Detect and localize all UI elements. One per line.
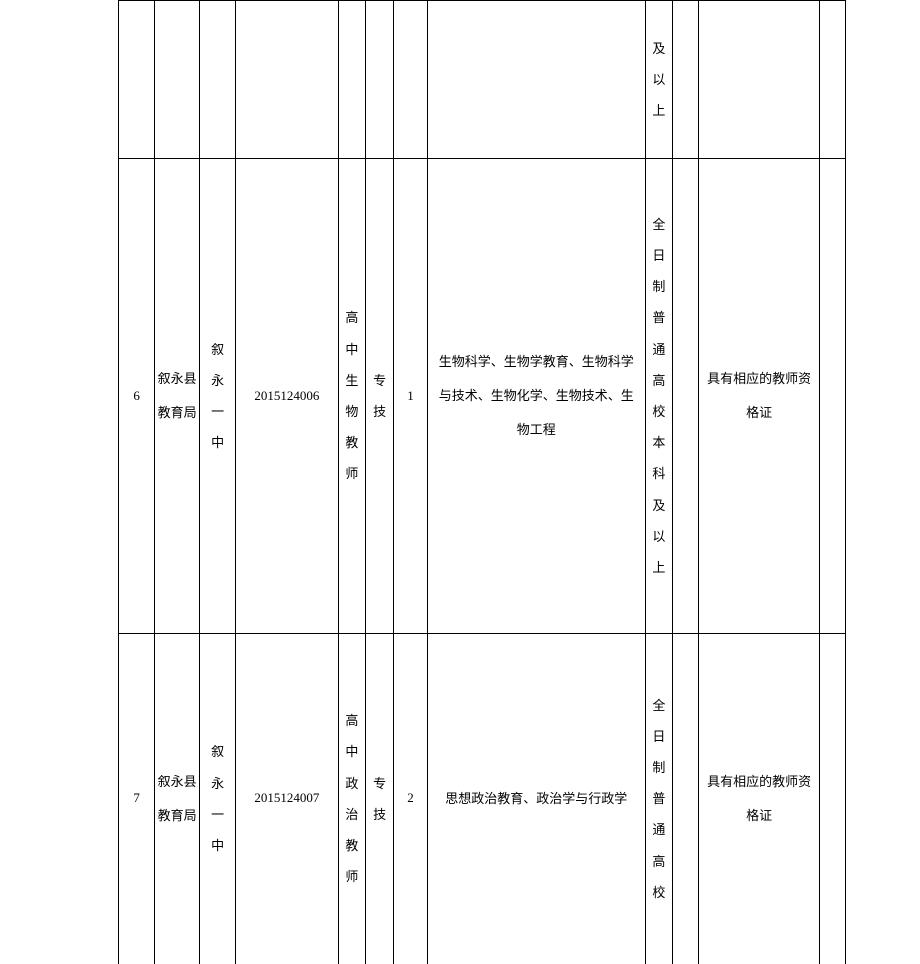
cell-degree bbox=[673, 1, 699, 159]
recruitment-table: 及以上 6 叙永县教育局 叙永一中 2015124006 高中生物教师 专技 1… bbox=[118, 0, 846, 964]
cell-last bbox=[820, 634, 846, 964]
cell-dept bbox=[155, 1, 200, 159]
cell-position: 高中政治教师 bbox=[338, 634, 366, 964]
cell-degree bbox=[673, 159, 699, 634]
cell-unit: 叙永一中 bbox=[200, 634, 236, 964]
cell-education: 全日制普通高校本科及以上 bbox=[645, 159, 673, 634]
cell-type: 专技 bbox=[366, 159, 394, 634]
cell-requirement bbox=[698, 1, 820, 159]
cell-education: 及以上 bbox=[645, 1, 673, 159]
cell-major bbox=[428, 1, 645, 159]
cell-qty bbox=[393, 1, 427, 159]
page-container: 及以上 6 叙永县教育局 叙永一中 2015124006 高中生物教师 专技 1… bbox=[0, 0, 920, 963]
cell-last bbox=[820, 159, 846, 634]
cell-code: 2015124006 bbox=[236, 159, 338, 634]
cell-unit bbox=[200, 1, 236, 159]
cell-position: 高中生物教师 bbox=[338, 159, 366, 634]
cell-code bbox=[236, 1, 338, 159]
cell-idx: 6 bbox=[119, 159, 155, 634]
cell-education: 全日制普通高校 bbox=[645, 634, 673, 964]
cell-dept: 叙永县教育局 bbox=[155, 159, 200, 634]
cell-type: 专技 bbox=[366, 634, 394, 964]
cell-requirement: 具有相应的教师资格证 bbox=[698, 634, 820, 964]
cell-unit: 叙永一中 bbox=[200, 159, 236, 634]
cell-code: 2015124007 bbox=[236, 634, 338, 964]
table-row: 6 叙永县教育局 叙永一中 2015124006 高中生物教师 专技 1 生物科… bbox=[119, 159, 846, 634]
cell-type bbox=[366, 1, 394, 159]
cell-qty: 1 bbox=[393, 159, 427, 634]
cell-major: 生物科学、生物学教育、生物科学与技术、生物化学、生物技术、生物工程 bbox=[428, 159, 645, 634]
cell-idx: 7 bbox=[119, 634, 155, 964]
cell-position bbox=[338, 1, 366, 159]
table-row: 7 叙永县教育局 叙永一中 2015124007 高中政治教师 专技 2 思想政… bbox=[119, 634, 846, 964]
table-row: 及以上 bbox=[119, 1, 846, 159]
cell-dept: 叙永县教育局 bbox=[155, 634, 200, 964]
cell-last bbox=[820, 1, 846, 159]
cell-degree bbox=[673, 634, 699, 964]
cell-qty: 2 bbox=[393, 634, 427, 964]
cell-requirement: 具有相应的教师资格证 bbox=[698, 159, 820, 634]
cell-idx bbox=[119, 1, 155, 159]
cell-major: 思想政治教育、政治学与行政学 bbox=[428, 634, 645, 964]
